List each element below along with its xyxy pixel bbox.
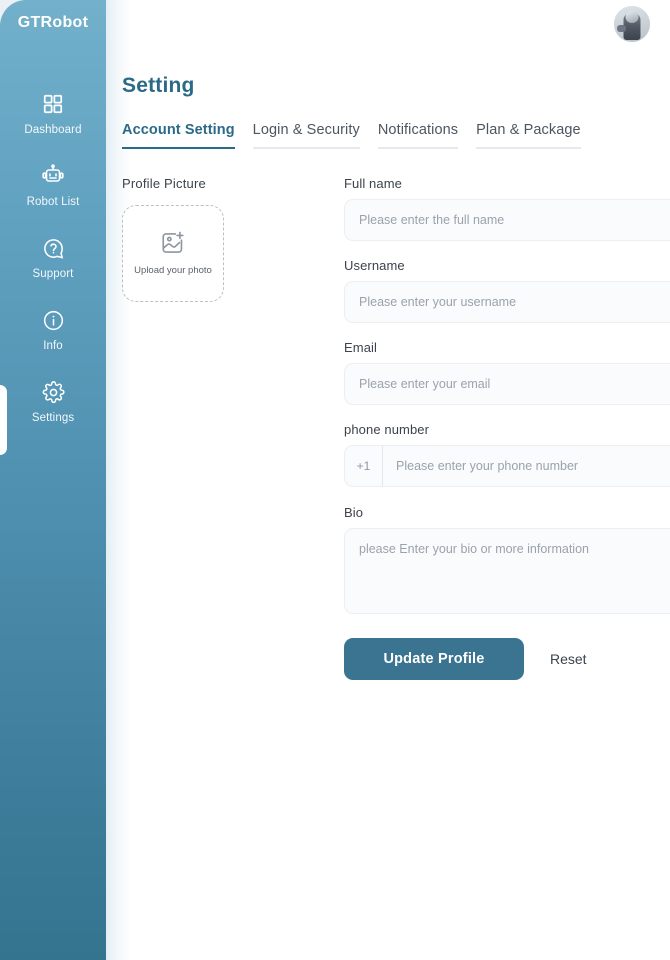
active-nav-indicator	[0, 385, 7, 455]
email-label: Email	[344, 340, 378, 355]
tab-bar: Account Setting Login & Security Notific…	[122, 122, 581, 149]
gear-icon	[40, 379, 66, 405]
page-title: Setting	[122, 74, 195, 97]
username-placeholder: Please enter your username	[359, 295, 517, 309]
tab-notifications[interactable]: Notifications	[377, 122, 459, 149]
topbar	[614, 6, 654, 46]
avatar[interactable]	[614, 6, 650, 42]
main-content: Setting Account Setting Login & Security…	[106, 0, 670, 960]
sidebar-nav: Dashboard Robot List Support Info Settin…	[0, 78, 106, 438]
sidebar-item-label: Info	[43, 340, 63, 353]
sidebar-item-dashboard[interactable]: Dashboard	[0, 78, 106, 150]
profile-picture-label: Profile Picture	[122, 176, 206, 191]
sidebar-item-support[interactable]: Support	[0, 222, 106, 294]
tab-account-setting[interactable]: Account Setting	[122, 122, 235, 149]
full-name-label: Full name	[344, 176, 402, 191]
field-phone-number: phone number +1 Please enter your phone …	[344, 422, 670, 487]
reset-button[interactable]: Reset	[546, 645, 591, 673]
grid-icon	[40, 91, 66, 117]
bio-textarea[interactable]: please Enter your bio or more informatio…	[344, 528, 670, 614]
robot-icon	[40, 163, 66, 189]
update-profile-button[interactable]: Update Profile	[344, 638, 524, 680]
avatar-arm	[617, 24, 626, 32]
full-name-input[interactable]: Please enter the full name	[344, 199, 670, 241]
form-fields: Full name Please enter the full name Use…	[344, 176, 670, 680]
sidebar-item-info[interactable]: Info	[0, 294, 106, 366]
field-full-name: Full name Please enter the full name	[344, 176, 670, 241]
avatar-head	[625, 11, 639, 24]
info-circle-icon	[40, 307, 66, 333]
field-username: Username Please enter your username	[344, 258, 670, 323]
app-brand-logo: GTRobot	[17, 14, 89, 31]
tab-login-security[interactable]: Login & Security	[252, 122, 360, 149]
phone-number-label: phone number	[344, 422, 430, 437]
sidebar-item-label: Dashboard	[24, 124, 82, 137]
bio-placeholder: please Enter your bio or more informatio…	[359, 542, 589, 556]
question-circle-icon	[40, 235, 66, 261]
username-label: Username	[344, 258, 405, 273]
field-bio: Bio please Enter your bio or more inform…	[344, 505, 670, 614]
image-plus-icon	[160, 230, 186, 256]
phone-number-placeholder: Please enter your phone number	[396, 459, 579, 473]
phone-number-input[interactable]: +1 Please enter your phone number	[344, 445, 670, 487]
sidebar-item-label: Support	[32, 268, 74, 281]
email-placeholder: Please enter your email	[359, 377, 491, 391]
sidebar-item-label: Robot List	[26, 196, 80, 209]
tab-plan-package[interactable]: Plan & Package	[476, 122, 581, 149]
email-input[interactable]: Please enter your email	[344, 363, 670, 405]
sidebar-item-settings[interactable]: Settings	[0, 366, 106, 438]
sidebar-item-label: Settings	[31, 412, 75, 425]
upload-photo-dropzone[interactable]: Upload your photo	[122, 205, 224, 302]
bio-label: Bio	[344, 505, 364, 520]
username-input[interactable]: Please enter your username	[344, 281, 670, 323]
field-email: Email Please enter your email	[344, 340, 670, 405]
country-code-selector[interactable]: +1	[345, 446, 383, 486]
full-name-placeholder: Please enter the full name	[359, 213, 505, 227]
sidebar: GTRobot Dashboard Robot List Support Inf…	[0, 0, 106, 960]
sidebar-item-robot-list[interactable]: Robot List	[0, 150, 106, 222]
form-actions: Update Profile Reset	[344, 638, 670, 680]
upload-photo-label: Upload your photo	[134, 265, 212, 277]
profile-picture-section: Profile Picture Upload your photo	[122, 176, 230, 302]
